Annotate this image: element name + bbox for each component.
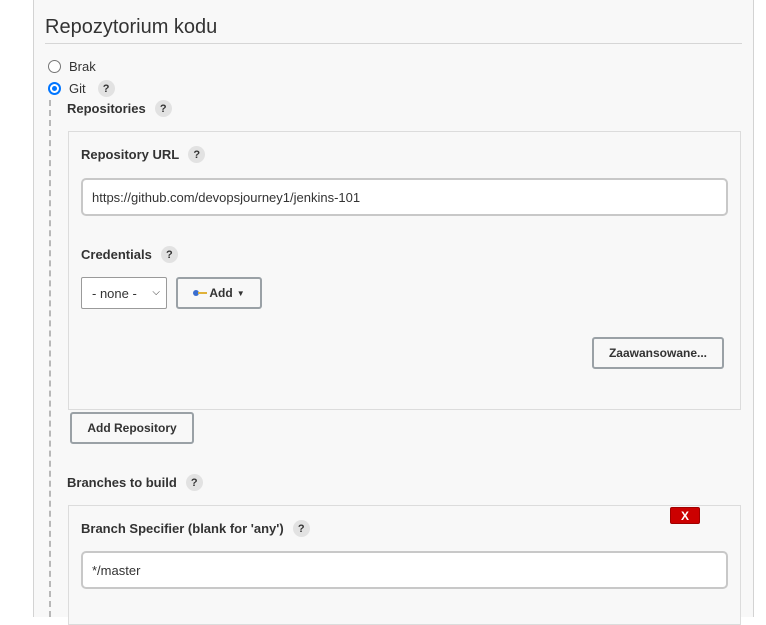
help-icon-credentials[interactable]: ? [160,246,178,263]
branch-specifier-label: Branch Specifier (blank for 'any') [81,521,284,536]
advanced-button[interactable]: Zaawansowane... [592,337,724,369]
repository-url-input[interactable]: https://github.com/devopsjourney1/jenkin… [81,178,728,216]
advanced-label: Zaawansowane... [608,346,708,360]
credentials-heading: Credentials ? [81,246,178,263]
nested-indent-line [49,100,51,617]
add-repository-button[interactable]: Add Repository [70,412,194,444]
radio-label-none: Brak [69,59,96,74]
section-title: Repozytorium kodu [45,16,218,38]
branches-heading: Branches to build ? [67,474,203,491]
repository-url-label: Repository URL [81,147,180,162]
repositories-label: Repositories [67,101,146,116]
repository-url-value: https://github.com/devopsjourney1/jenkin… [92,189,361,205]
add-credentials-button[interactable]: Add ▼ [176,277,262,309]
repositories-heading: Repositories ? [67,100,172,117]
branch-specifier-input[interactable]: */master [81,551,728,589]
help-icon-repositories[interactable]: ? [154,100,172,117]
help-icon-branches[interactable]: ? [185,474,203,491]
radio-option-none[interactable]: Brak [48,59,96,74]
credentials-label: Credentials [81,247,152,262]
section-divider [45,43,742,44]
credentials-selected-value: - none - [92,285,137,301]
delete-label: X [680,508,689,523]
delete-branch-button[interactable]: X [670,507,700,524]
repository-url-heading: Repository URL ? [81,146,206,163]
caret-down-icon: ▼ [236,288,245,298]
key-icon [193,289,208,297]
credentials-select[interactable]: - none - ⌵ [81,277,167,309]
help-icon-git[interactable]: ? [97,80,115,97]
radio-label-git: Git [69,81,86,96]
radio-button-none[interactable] [48,60,61,73]
branch-specifier-value: */master [92,562,141,578]
branches-label: Branches to build [67,475,177,490]
branch-specifier-heading: Branch Specifier (blank for 'any') ? [81,520,310,537]
add-repository-label: Add Repository [87,421,177,435]
help-icon-repository-url[interactable]: ? [188,146,206,163]
help-icon-branch-specifier[interactable]: ? [292,520,310,537]
add-credentials-label: Add [209,286,233,300]
radio-option-git[interactable]: Git ? [48,80,115,97]
chevron-down-icon: ⌵ [152,287,160,298]
radio-button-git[interactable] [48,82,61,95]
